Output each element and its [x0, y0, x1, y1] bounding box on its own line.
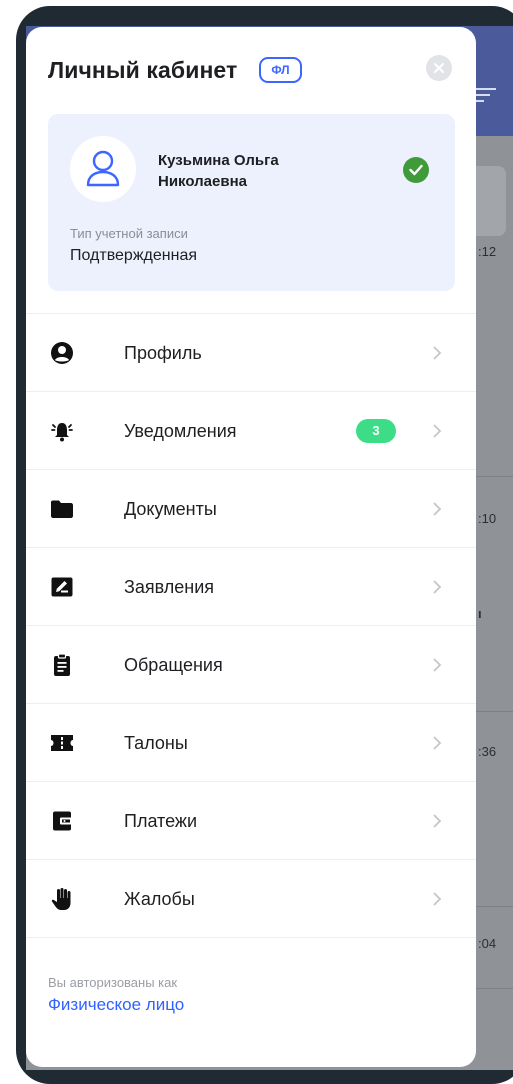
- hand-icon: [50, 887, 74, 911]
- chevron-right-icon: [433, 814, 442, 828]
- account-drawer: Личный кабинет ФЛ Кузьмина Ольга Николае…: [26, 27, 476, 1067]
- user-card[interactable]: Кузьмина Ольга Николаевна Тип учетной за…: [48, 114, 455, 291]
- menu-item-payments[interactable]: Платежи: [26, 782, 476, 860]
- menu-item-requests[interactable]: Обращения: [26, 626, 476, 704]
- background-time: :36: [478, 744, 497, 759]
- chevron-right-icon: [433, 502, 442, 516]
- background-time: :10: [478, 511, 497, 526]
- menu-item-complaints[interactable]: Жалобы: [26, 860, 476, 938]
- background-divider: [476, 476, 513, 477]
- close-icon: [434, 63, 444, 73]
- verified-badge: [403, 157, 429, 183]
- folder-icon: [50, 497, 74, 521]
- account-kind-badge: ФЛ: [259, 57, 302, 83]
- menu-item-notifications[interactable]: Уведомления 3: [26, 392, 476, 470]
- background-divider: [476, 711, 513, 712]
- menu-item-label: Документы: [124, 498, 217, 519]
- menu-item-label: Заявления: [124, 576, 215, 597]
- account-circle-icon: [50, 341, 74, 365]
- chevron-right-icon: [433, 346, 442, 360]
- menu-item-label: Профиль: [124, 342, 202, 363]
- menu-item-label: Платежи: [124, 810, 198, 831]
- menu-item-label: Уведомления: [124, 420, 237, 441]
- menu-item-applications[interactable]: Заявления: [26, 548, 476, 626]
- background-divider: [476, 988, 513, 989]
- wallet-icon: [50, 809, 74, 833]
- background-time: :04: [478, 936, 497, 951]
- edit-note-icon: [50, 575, 74, 599]
- chevron-right-icon: [433, 736, 442, 750]
- chevron-right-icon: [433, 658, 442, 672]
- background-time: :12: [478, 244, 497, 259]
- account-kind-link[interactable]: Физическое лицо: [48, 995, 184, 1015]
- chevron-right-icon: [433, 580, 442, 594]
- menu-item-label: Жалобы: [124, 888, 195, 909]
- menu-item-documents[interactable]: Документы: [26, 470, 476, 548]
- account-type-label: Тип учетной записи: [70, 226, 188, 241]
- menu-item-label: Талоны: [124, 732, 188, 753]
- menu-item-tickets[interactable]: Талоны: [26, 704, 476, 782]
- drawer-title: Личный кабинет: [48, 56, 238, 83]
- check-icon: [409, 164, 423, 176]
- ticket-icon: [50, 731, 74, 755]
- drawer-header: Личный кабинет ФЛ: [48, 53, 458, 87]
- chevron-right-icon: [433, 892, 442, 906]
- drawer-menu: Профиль Уведомления 3 Документы Заявлени…: [26, 314, 476, 938]
- background-divider: [476, 906, 513, 907]
- user-name: Кузьмина Ольга Николаевна: [158, 152, 279, 190]
- avatar: [70, 136, 136, 202]
- clipboard-text-icon: [50, 653, 74, 677]
- menu-item-profile[interactable]: Профиль: [26, 314, 476, 392]
- chevron-right-icon: [433, 424, 442, 438]
- background-menu-icon: [476, 88, 496, 104]
- account-type-value: Подтвержденная: [70, 247, 197, 264]
- auth-status-label: Вы авторизованы как: [48, 975, 178, 990]
- bell-ringing-icon: [50, 419, 74, 443]
- background-mark: ı: [478, 606, 482, 621]
- notification-count-badge: 3: [356, 419, 396, 443]
- user-outline-icon: [86, 150, 120, 187]
- close-button[interactable]: [426, 55, 452, 81]
- menu-item-label: Обращения: [124, 654, 223, 675]
